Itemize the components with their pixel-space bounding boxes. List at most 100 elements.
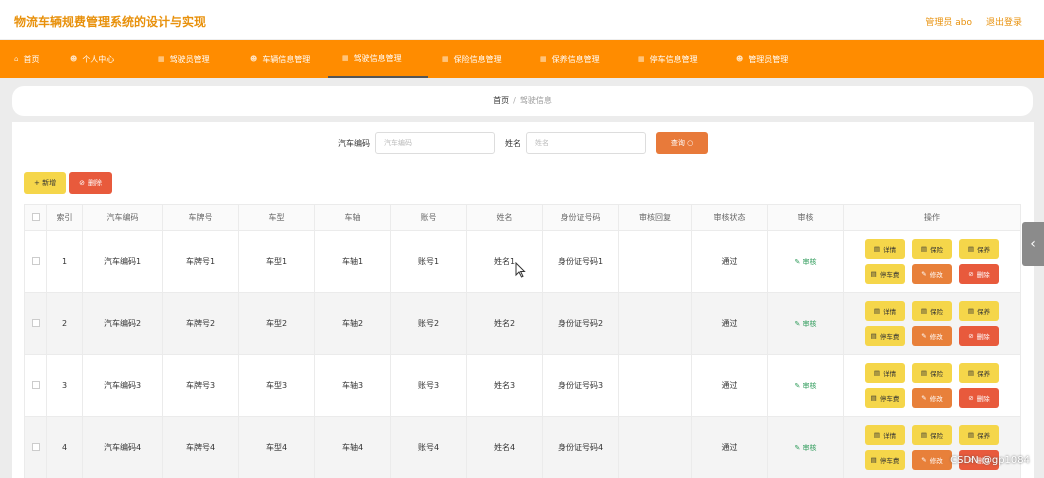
doc-icon: ▤ [870,456,877,464]
column-header: 索引 [46,204,83,231]
op-button-label: 详情 [883,246,897,254]
op-button-4[interactable]: ✎ 修改 [912,388,952,408]
op-button-1[interactable]: ▤ 保险 [912,425,952,445]
table-row: 4 汽车编码4 车牌号4 车型4 车轴4 账号4 姓名4 身份证号码4 通过 ✎ 审核 ▤ 详情 ▤ 保险… [24,416,1021,478]
row-checkbox[interactable] [31,318,40,327]
edit-icon: ✎ [921,332,927,340]
grid-icon: ▦ [342,54,349,62]
cell-operations: ▤ 详情 ▤ 保险 ▤ 保养 ▤ 停车费 ✎ 修改 ⊘ 删除 [843,230,1021,293]
mouse-cursor-icon [515,262,526,278]
cell-plate: 车牌号2 [162,292,239,355]
cell-id: 身份证号码4 [542,416,619,478]
op-button-3[interactable]: ▤ 停车费 [865,326,905,346]
nav-item-0[interactable]: ⌂ 首页 [0,40,56,78]
op-button-1[interactable]: ▤ 保险 [912,363,952,383]
op-button-2[interactable]: ▤ 保养 [959,363,999,383]
op-button-label: 修改 [929,395,943,403]
doc-icon: ▤ [920,245,928,253]
cell-reply [618,354,692,417]
op-button-1[interactable]: ▤ 保险 [912,239,952,259]
row-checkbox[interactable] [31,256,40,265]
name-input[interactable] [526,132,646,154]
nav-item-1[interactable]: ☻ 个人中心 [56,40,144,78]
watermark: CSDN @gp1084 [950,455,1030,466]
op-button-5[interactable]: ⊘ 删除 [959,326,999,346]
column-header: 操作 [843,204,1021,231]
op-button-2[interactable]: ▤ 保养 [959,425,999,445]
add-button[interactable]: + 新增 [24,172,67,194]
op-button-0[interactable]: ▤ 详情 [865,301,905,321]
person-icon: ☻ [736,55,744,63]
collapse-panel-tab[interactable]: ‹ [1022,222,1044,266]
search-button[interactable]: 查询 ○ [656,132,708,154]
search-form: 汽车编码 姓名 查询 ○ [12,132,1034,154]
logout-link[interactable]: 退出登录 [986,15,1022,28]
nav-item-label: 车辆信息管理 [262,54,311,64]
op-button-0[interactable]: ▤ 详情 [865,363,905,383]
op-button-2[interactable]: ▤ 保养 [959,239,999,259]
op-button-4[interactable]: ✎ 修改 [912,450,952,470]
audit-link[interactable]: ✎ 审核 [794,258,816,266]
cell-account: 账号3 [390,354,467,417]
row-select-cell [24,416,47,478]
car-code-input[interactable] [375,132,495,154]
column-header: 车轴 [314,204,391,231]
nav-item-3[interactable]: ☻ 车辆信息管理 [236,40,328,78]
home-icon: ⌂ [14,55,19,63]
cell-operations: ▤ 详情 ▤ 保险 ▤ 保养 ▤ 停车费 ✎ 修改 ⊘ 删除 [843,416,1021,478]
grid-icon: ▦ [442,55,449,63]
delete-button[interactable]: ⊘ 删除 [69,172,112,194]
nav-item-2[interactable]: ▦ 驾驶员管理 [144,40,236,78]
cell-model: 车型4 [238,416,315,478]
doc-icon: ▤ [920,431,928,439]
op-button-4[interactable]: ✎ 修改 [912,264,952,284]
breadcrumb-home[interactable]: 首页 [493,96,509,105]
delete-button-label: 删除 [87,179,102,187]
nav-item-label: 保养信息管理 [551,54,600,64]
op-button-3[interactable]: ▤ 停车费 [865,450,905,470]
nav-item-label: 驾驶信息管理 [353,53,402,63]
op-button-0[interactable]: ▤ 详情 [865,425,905,445]
select-all-checkbox[interactable] [31,212,40,221]
cell-code: 汽车编码1 [82,230,163,293]
audit-link[interactable]: ✎ 审核 [794,320,816,328]
op-button-5[interactable]: ⊘ 删除 [959,264,999,284]
breadcrumb-separator: / [513,96,516,105]
op-button-0[interactable]: ▤ 详情 [865,239,905,259]
search-button-label: 查询 [670,139,685,147]
op-button-label: 保养 [977,246,991,254]
user-name[interactable]: 管理员 abo [925,15,972,28]
op-button-3[interactable]: ▤ 停车费 [865,264,905,284]
row-checkbox[interactable] [31,442,40,451]
nav-item-4[interactable]: ▦ 驾驶信息管理 [328,40,428,78]
cell-model: 车型1 [238,230,315,293]
toolbar: + 新增 ⊘ 删除 [24,172,112,194]
cell-code: 汽车编码3 [82,354,163,417]
cell-reply [618,292,692,355]
nav-item-7[interactable]: ▦ 停车信息管理 [624,40,722,78]
nav-item-8[interactable]: ☻ 管理员管理 [722,40,820,78]
cell-status: 通过 [691,230,768,293]
user-area: 管理员 abo 退出登录 [925,15,1022,28]
nav-item-6[interactable]: ▦ 保养信息管理 [526,40,624,78]
doc-icon: ▤ [870,394,877,402]
op-button-label: 详情 [883,308,897,316]
trash-icon: ⊘ [968,394,974,402]
op-button-4[interactable]: ✎ 修改 [912,326,952,346]
row-checkbox[interactable] [31,380,40,389]
op-button-1[interactable]: ▤ 保险 [912,301,952,321]
nav-item-5[interactable]: ▦ 保险信息管理 [428,40,526,78]
audit-link[interactable]: ✎ 审核 [794,444,816,452]
nav-item-label: 停车信息管理 [649,54,698,64]
trash-icon: ⊘ [79,179,85,187]
doc-icon: ▤ [873,431,881,439]
person-icon: ☻ [70,55,78,63]
cell-id: 身份证号码2 [542,292,619,355]
data-table: 索引 汽车编码 车牌号 车型 车轴 账号 姓名 身份证号码 审核回复 审核状态 审核 操作 1 汽车编码… [24,204,1021,478]
op-button-5[interactable]: ⊘ 删除 [959,388,999,408]
op-button-3[interactable]: ▤ 停车费 [865,388,905,408]
audit-link[interactable]: ✎ 审核 [794,382,816,390]
cell-status: 通过 [691,292,768,355]
op-button-label: 删除 [976,333,990,341]
op-button-2[interactable]: ▤ 保养 [959,301,999,321]
